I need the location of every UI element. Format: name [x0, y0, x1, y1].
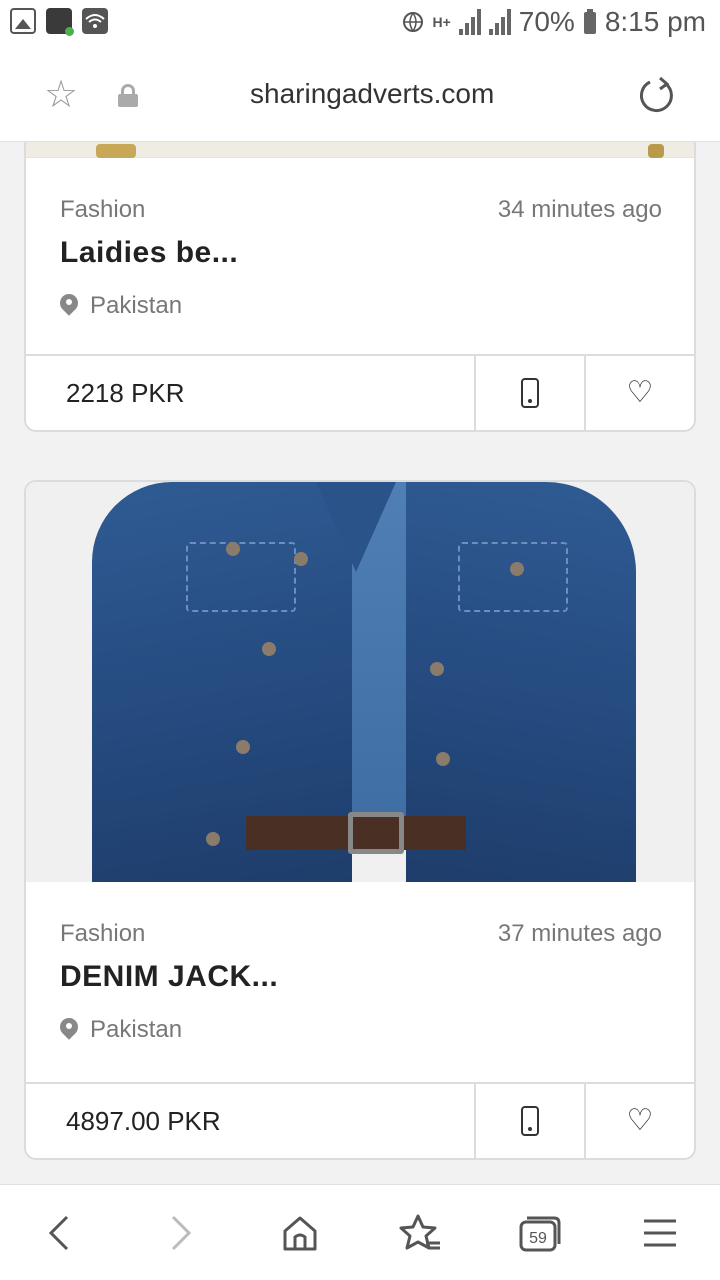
tab-count: 59	[529, 1230, 547, 1247]
listing-time: 34 minutes ago	[497, 196, 662, 223]
browser-address-bar: ☆ sharingadverts.com	[0, 48, 720, 142]
globe-icon	[403, 12, 424, 33]
reload-icon[interactable]	[636, 76, 676, 116]
gallery-notification-icon	[10, 8, 36, 34]
forward-icon	[171, 1215, 192, 1250]
location-pin-icon	[60, 1018, 78, 1042]
network-type-label: H+	[432, 14, 451, 30]
listing-info: Fashion 37 minutes ago DENIM JACK... Pak…	[26, 882, 694, 1080]
listing-card[interactable]: Fashion 34 minutes ago Laidies be... Pak…	[24, 142, 696, 432]
wifi-icon	[82, 8, 108, 34]
home-icon	[283, 1216, 317, 1250]
listing-location: Pakistan	[60, 292, 182, 320]
forward-button[interactable]	[120, 1185, 240, 1280]
battery-percent: 70%	[518, 6, 575, 37]
back-icon	[48, 1215, 69, 1250]
listing-location: Pakistan	[60, 1016, 182, 1044]
listing-price: 4897.00 PKR	[66, 1105, 221, 1136]
listing-footer: 4897.00 PKR ♡	[26, 1082, 694, 1158]
listing-card[interactable]: Fashion 37 minutes ago DENIM JACK... Pak…	[24, 480, 696, 1160]
status-bar: H+ 70% 8:15 pm	[0, 0, 720, 48]
url-field[interactable]: sharingadverts.com	[200, 78, 570, 110]
tabs-icon: 59	[519, 1216, 561, 1251]
favorite-button[interactable]: ♡	[584, 356, 694, 430]
clock: 8:15 pm	[604, 6, 706, 37]
listing-image[interactable]	[26, 142, 694, 158]
lock-icon[interactable]	[118, 84, 138, 107]
listing-location-text: Pakistan	[90, 1016, 183, 1043]
signal-icon-2	[488, 9, 511, 35]
listing-image[interactable]	[26, 482, 694, 882]
browser-bottom-nav: 59	[0, 1184, 720, 1280]
star-icon[interactable]: ☆	[44, 76, 78, 114]
listing-title[interactable]: Laidies be...	[60, 236, 238, 270]
call-button[interactable]	[474, 1084, 584, 1158]
listing-info: Fashion 34 minutes ago Laidies be... Pak…	[26, 158, 694, 356]
phone-icon	[521, 1106, 539, 1136]
listing-footer: 2218 PKR ♡	[26, 354, 694, 430]
listing-category: Fashion	[60, 196, 146, 223]
heart-icon: ♡	[626, 376, 654, 409]
system-status: H+ 70% 8:15 pm	[402, 6, 706, 38]
listing-category: Fashion	[60, 920, 146, 947]
home-button[interactable]	[240, 1185, 360, 1280]
app-notification-icon	[46, 8, 74, 36]
listing-title[interactable]: DENIM JACK...	[60, 960, 278, 994]
listing-price: 2218 PKR	[66, 377, 185, 408]
listing-location-text: Pakistan	[90, 292, 183, 319]
phone-icon	[521, 378, 539, 408]
favorite-button[interactable]: ♡	[584, 1084, 694, 1158]
signal-icon	[458, 9, 481, 35]
call-button[interactable]	[474, 356, 584, 430]
location-pin-icon	[60, 294, 78, 318]
battery-icon	[583, 9, 596, 34]
menu-icon	[644, 1219, 676, 1246]
listing-time: 37 minutes ago	[497, 920, 662, 947]
heart-icon: ♡	[626, 1104, 654, 1137]
back-button[interactable]	[0, 1185, 120, 1280]
bookmarks-icon	[399, 1214, 440, 1249]
notification-icons	[10, 8, 108, 36]
listing-feed[interactable]: Fashion 34 minutes ago Laidies be... Pak…	[0, 142, 720, 1184]
menu-button[interactable]	[600, 1185, 720, 1280]
tabs-button[interactable]: 59	[480, 1185, 600, 1280]
bookmarks-button[interactable]	[360, 1185, 480, 1280]
